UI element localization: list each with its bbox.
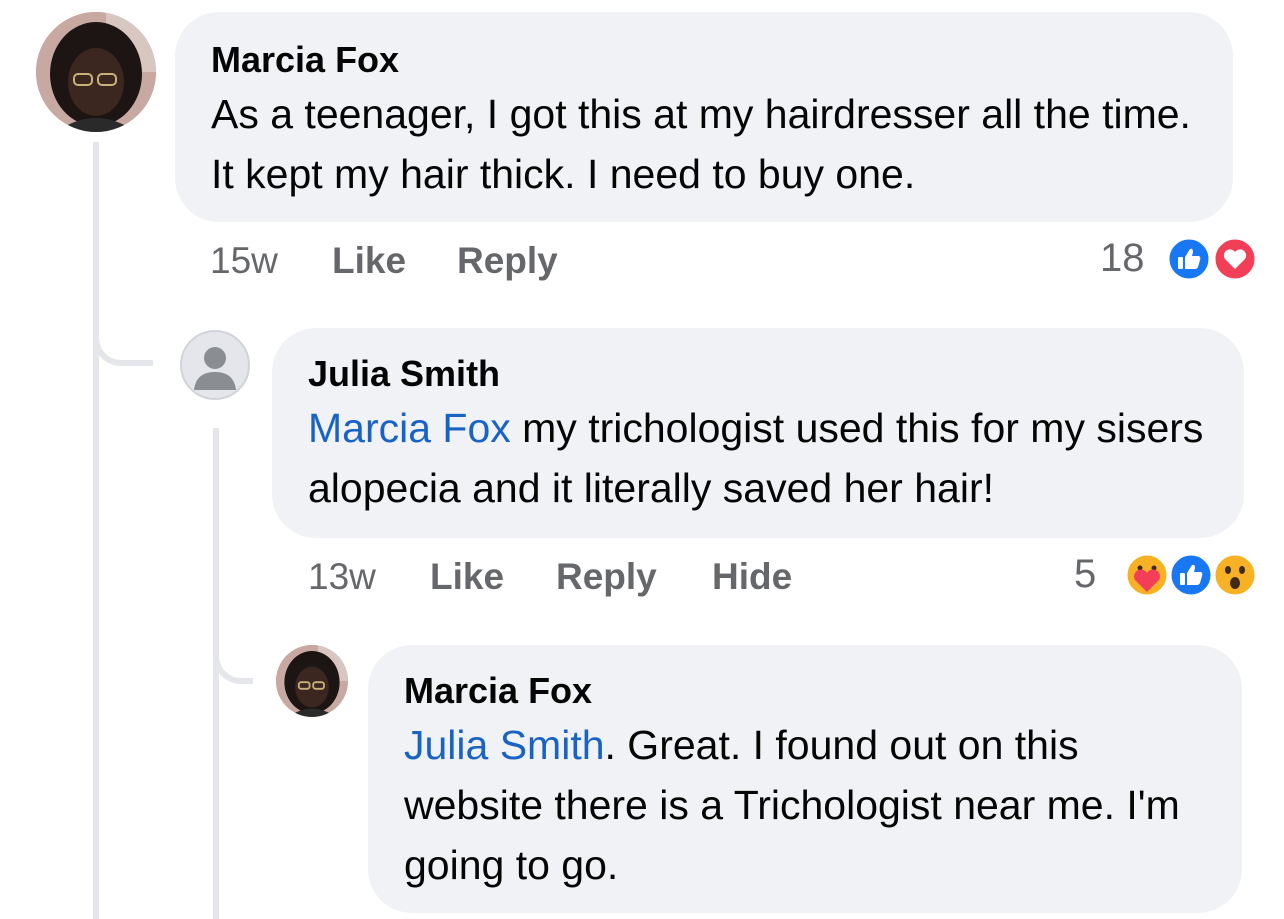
reply-button[interactable]: Reply (457, 240, 558, 282)
like-button[interactable]: Like (430, 556, 504, 598)
mention-link[interactable]: Marcia Fox (308, 405, 511, 451)
avatar-marcia-fox[interactable] (276, 645, 348, 717)
comment-text: As a teenager, I got this at my hairdres… (211, 91, 1191, 197)
thread-line-main (93, 142, 99, 919)
thread-connector-2 (213, 620, 253, 684)
comment-actions: 13w Like Reply Hide (308, 556, 868, 600)
reaction-summary[interactable]: 5 (1070, 548, 1270, 604)
comment-actions: 15w Like Reply (210, 240, 710, 284)
reaction-count: 18 (1100, 236, 1145, 280)
mention-link[interactable]: Julia Smith (404, 722, 605, 768)
comment-text: Julia Smith. Great. I found out on this … (404, 715, 1209, 895)
comment-text: Marcia Fox my trichologist used this for… (308, 398, 1213, 518)
care-icon (1124, 552, 1170, 598)
like-icon (1168, 552, 1214, 598)
comment-bubble: Marcia Fox As a teenager, I got this at … (175, 12, 1233, 222)
wow-icon (1212, 552, 1258, 598)
reply-button[interactable]: Reply (556, 556, 657, 598)
comment-author[interactable]: Julia Smith (308, 354, 1208, 394)
comment-timestamp: 13w (308, 556, 376, 597)
thread-connector-1 (93, 300, 153, 366)
hide-button[interactable]: Hide (712, 556, 792, 598)
avatar-marcia-fox[interactable] (36, 12, 156, 132)
avatar-default[interactable] (180, 330, 250, 400)
love-icon (1212, 236, 1258, 282)
reaction-count: 5 (1074, 552, 1097, 596)
comment-author[interactable]: Marcia Fox (211, 40, 1197, 80)
comment-timestamp: 15w (210, 240, 278, 281)
comment-author[interactable]: Marcia Fox (404, 671, 1206, 711)
comment-bubble: Julia Smith Marcia Fox my trichologist u… (272, 328, 1244, 538)
like-button[interactable]: Like (332, 240, 406, 282)
like-icon (1166, 236, 1212, 282)
thread-line-nested (213, 428, 219, 919)
comment-bubble: Marcia Fox Julia Smith. Great. I found o… (368, 645, 1242, 913)
reaction-summary[interactable]: 18 (1090, 232, 1270, 288)
